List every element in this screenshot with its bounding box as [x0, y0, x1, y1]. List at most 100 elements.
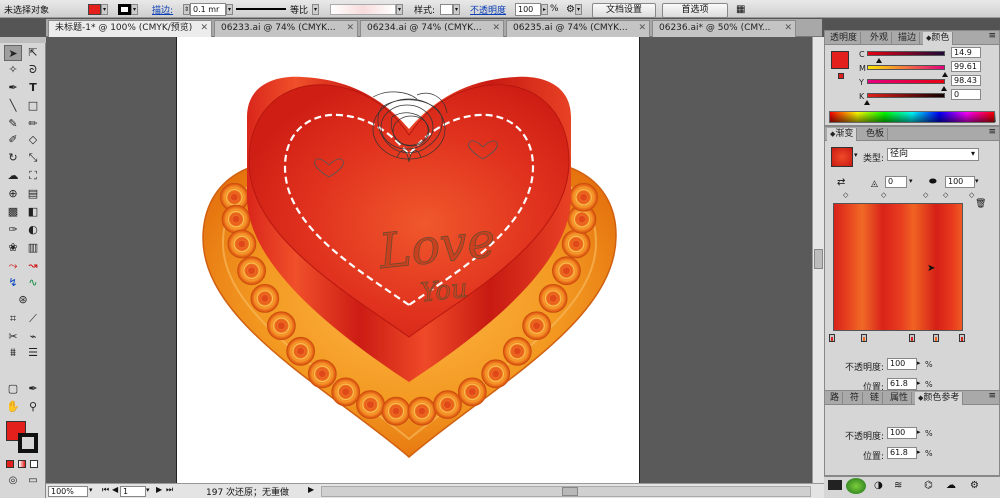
- midpoint-diamond-icon[interactable]: ◇: [923, 191, 928, 199]
- toolbox-grip[interactable]: [0, 37, 46, 43]
- slice-tool-icon[interactable]: ⟋: [24, 311, 42, 327]
- selection-tool-icon[interactable]: ➤: [4, 45, 22, 61]
- free-transform-tool-icon[interactable]: ⛶: [24, 168, 42, 184]
- symbol-sprayer-tool-icon[interactable]: ❀: [4, 240, 22, 256]
- slider-marker-y[interactable]: [940, 86, 947, 91]
- screen-mode-icon[interactable]: ▭: [24, 473, 42, 489]
- zoom-tool-icon[interactable]: ⚲: [24, 399, 42, 415]
- globe-tool-icon[interactable]: ⊛: [14, 292, 32, 308]
- tab-swatches[interactable]: 色板: [863, 128, 889, 141]
- brush-definition[interactable]: ▾: [330, 0, 403, 18]
- opacity-link[interactable]: 不透明度: [470, 0, 506, 18]
- panel-menu-icon[interactable]: ≡: [988, 391, 996, 401]
- slider-marker-m[interactable]: [941, 72, 948, 77]
- first-artboard-icon[interactable]: ⏮: [102, 485, 109, 495]
- tab-color-guide[interactable]: ◆颜色参考: [915, 392, 964, 405]
- preferences-button[interactable]: 首选项: [662, 1, 728, 19]
- line-tool-icon[interactable]: ╲: [4, 98, 22, 114]
- aspect-ratio-field[interactable]: 100: [945, 176, 975, 188]
- gradient-stop[interactable]: [959, 334, 965, 342]
- vertical-scrollbar[interactable]: [812, 37, 824, 483]
- gradient-stop[interactable]: [829, 334, 835, 342]
- gradient-location-field[interactable]: 61.8: [887, 378, 917, 390]
- stroke-link[interactable]: 描边:: [152, 0, 173, 18]
- gradient-tool-icon[interactable]: ◧: [24, 204, 42, 220]
- trash-icon[interactable]: 🗑: [975, 199, 986, 209]
- eyedropper-tool-icon[interactable]: ✑: [4, 222, 22, 238]
- stroke-weight-field[interactable]: ⇕ 0.1 mr ▾: [183, 0, 233, 18]
- close-icon[interactable]: ✕: [492, 21, 500, 36]
- tab-untitled-1[interactable]: 未标题-1* @ 100% (CMYK/预览) ✕: [48, 20, 212, 37]
- zoom-dropdown-icon[interactable]: ▾: [89, 486, 93, 494]
- opacity-dropdown-icon[interactable]: ▸: [917, 428, 921, 436]
- none-mode-icon[interactable]: [30, 460, 38, 468]
- settings-icon[interactable]: ⚙: [970, 480, 979, 491]
- tab-pathfinder[interactable]: 路: [827, 392, 844, 405]
- wave-icon[interactable]: ≋: [894, 480, 902, 491]
- gradient-thumbnail[interactable]: [831, 147, 853, 167]
- list-tool-icon[interactable]: ☰: [24, 345, 42, 361]
- brush-preview-icon[interactable]: [828, 480, 842, 490]
- close-icon[interactable]: ✕: [200, 21, 208, 36]
- tab-06235[interactable]: 06235.ai @ 74% (CMYK... ✕: [506, 20, 650, 37]
- y-slider[interactable]: [867, 79, 945, 84]
- knife-tool-icon[interactable]: ⌁: [24, 329, 42, 345]
- eyedropper-measure-tool-icon[interactable]: ✒: [24, 381, 42, 397]
- canvas-area[interactable]: Love You: [46, 37, 812, 483]
- shapes-icon[interactable]: ◑: [874, 480, 883, 491]
- cloud-icon[interactable]: ☁: [946, 480, 956, 491]
- page-dropdown-icon[interactable]: ▾: [146, 486, 150, 494]
- column-graph-tool-icon[interactable]: ▥: [24, 240, 42, 256]
- artboard-tool-icon[interactable]: ⌗: [4, 311, 22, 327]
- pen-tool-icon[interactable]: ✒: [4, 80, 22, 96]
- chevron-down-icon[interactable]: ▾: [971, 149, 975, 158]
- shaper-tool-icon[interactable]: ↯: [4, 275, 22, 291]
- vertical-scroll-thumb[interactable]: [814, 249, 823, 269]
- opacity-dropdown-icon[interactable]: ▸: [917, 359, 921, 367]
- color-ball-icon[interactable]: [846, 478, 866, 494]
- gradient-stop[interactable]: [909, 334, 915, 342]
- aspect-dropdown-icon[interactable]: ▾: [975, 177, 979, 185]
- reshape-tool-icon[interactable]: ↝: [24, 258, 42, 274]
- horizontal-scroll-thumb[interactable]: [562, 487, 578, 496]
- previous-artboard-icon[interactable]: ◀: [112, 485, 118, 494]
- document-setup-button[interactable]: 文档设置: [592, 1, 656, 19]
- tab-06233[interactable]: 06233.ai @ 74% (CMYK... ✕: [214, 20, 358, 37]
- last-artboard-icon[interactable]: ⏭: [166, 485, 173, 495]
- midpoint-diamond-icon[interactable]: ◇: [943, 191, 948, 199]
- rotate-tool-icon[interactable]: ↻: [4, 150, 22, 166]
- lasso-tool-icon[interactable]: ᘐ: [24, 62, 42, 78]
- rectangle-tool-icon[interactable]: □: [24, 98, 42, 114]
- horizontal-scrollbar[interactable]: [321, 486, 811, 497]
- page-field[interactable]: 1: [120, 486, 146, 497]
- status-menu-icon[interactable]: ▶: [308, 485, 314, 494]
- fill-swatch[interactable]: ▾: [88, 0, 108, 18]
- tab-gradient[interactable]: ◆渐变: [827, 128, 858, 141]
- clip-icon[interactable]: ⌬: [924, 480, 933, 491]
- rectangle-frame-tool-icon[interactable]: ▢: [4, 381, 22, 397]
- location-dropdown-icon[interactable]: ▸: [917, 379, 921, 387]
- style-dropdown[interactable]: ▾: [440, 0, 460, 18]
- tab-06234[interactable]: 06234.ai @ 74% (CMYK... ✕: [360, 20, 504, 37]
- y-value-field[interactable]: 98.43: [951, 75, 981, 86]
- direct-selection-tool-icon[interactable]: ⇱: [24, 45, 42, 61]
- m-value-field[interactable]: 99.61: [951, 61, 981, 72]
- chart-tool-icon[interactable]: ⩩: [4, 345, 22, 361]
- zoom-field[interactable]: 100%: [48, 486, 88, 497]
- blob-brush-tool-icon[interactable]: ✐: [4, 132, 22, 148]
- stroke-swatch[interactable]: ▾: [118, 0, 138, 18]
- gradient-opacity-field[interactable]: 100: [887, 358, 917, 370]
- type-tool-icon[interactable]: T: [24, 80, 42, 96]
- tab-symbols[interactable]: 符: [847, 392, 864, 405]
- arrange-documents-icon[interactable]: ▦: [736, 0, 745, 18]
- color-mode-icon[interactable]: [6, 460, 14, 468]
- shape-builder-tool-icon[interactable]: ⊕: [4, 186, 22, 202]
- k-slider[interactable]: [867, 93, 945, 98]
- out-of-gamut-icon[interactable]: [838, 73, 844, 79]
- midpoint-diamond-icon[interactable]: ◇: [881, 191, 886, 199]
- close-icon[interactable]: ✕: [638, 21, 646, 36]
- recolor-icon[interactable]: ⚙ ▾: [566, 0, 582, 18]
- tab-appearance[interactable]: 外观: [867, 32, 893, 45]
- color-spectrum-bar[interactable]: [829, 111, 996, 123]
- angle-dropdown-icon[interactable]: ▾: [909, 177, 913, 185]
